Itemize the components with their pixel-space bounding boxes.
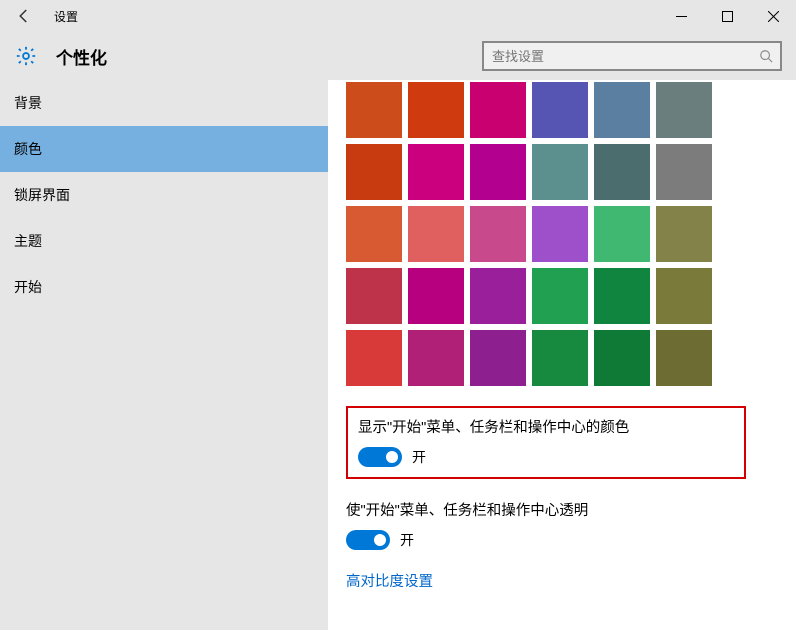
show-color-label: 显示"开始"菜单、任务栏和操作中心的颜色 [358,416,734,437]
content-area: 显示"开始"菜单、任务栏和操作中心的颜色 开 使"开始"菜单、任务栏和操作中心透… [328,80,796,630]
sidebar-item-label: 锁屏界面 [14,185,70,205]
show-color-state: 开 [412,447,426,467]
sidebar-item-themes[interactable]: 主题 [0,218,328,264]
sidebar-item-lockscreen[interactable]: 锁屏界面 [0,172,328,218]
highlight-annotation: 显示"开始"菜单、任务栏和操作中心的颜色 开 [346,406,746,479]
color-swatch[interactable] [470,82,526,138]
color-swatch[interactable] [594,330,650,386]
color-swatch[interactable] [408,330,464,386]
color-swatch[interactable] [656,206,712,262]
window-title: 设置 [54,8,78,25]
color-swatch[interactable] [594,268,650,324]
sidebar-item-label: 开始 [14,277,42,297]
back-button[interactable] [0,0,48,32]
color-swatch[interactable] [532,206,588,262]
high-contrast-link[interactable]: 高对比度设置 [346,570,433,591]
section-title: 个性化 [56,44,107,69]
color-swatch[interactable] [656,268,712,324]
sidebar-item-label: 主题 [14,231,42,251]
color-swatch[interactable] [346,206,402,262]
minimize-button[interactable] [658,0,704,32]
color-swatch[interactable] [346,82,402,138]
color-swatch[interactable] [532,330,588,386]
color-swatch[interactable] [532,268,588,324]
sidebar-item-background[interactable]: 背景 [0,80,328,126]
sidebar-item-label: 颜色 [14,139,42,159]
color-swatch[interactable] [346,144,402,200]
color-swatch[interactable] [594,82,650,138]
color-swatch[interactable] [346,268,402,324]
color-swatch[interactable] [470,268,526,324]
color-swatch[interactable] [408,144,464,200]
search-icon [752,49,780,63]
color-swatch[interactable] [346,330,402,386]
transparency-label: 使"开始"菜单、任务栏和操作中心透明 [346,499,796,520]
transparency-toggle[interactable] [346,530,390,550]
color-palette [346,82,796,386]
search-input[interactable] [484,49,752,64]
color-swatch[interactable] [408,82,464,138]
search-box[interactable] [482,41,782,71]
color-swatch[interactable] [470,206,526,262]
show-color-toggle[interactable] [358,447,402,467]
sidebar-item-start[interactable]: 开始 [0,264,328,310]
sidebar-item-label: 背景 [14,93,42,113]
color-swatch[interactable] [656,82,712,138]
color-swatch[interactable] [532,82,588,138]
color-swatch[interactable] [594,144,650,200]
color-swatch[interactable] [656,330,712,386]
color-swatch[interactable] [408,206,464,262]
color-swatch[interactable] [470,330,526,386]
close-button[interactable] [750,0,796,32]
gear-icon [14,44,38,68]
color-swatch[interactable] [532,144,588,200]
transparency-state: 开 [400,530,414,550]
maximize-button[interactable] [704,0,750,32]
sidebar: 背景 颜色 锁屏界面 主题 开始 [0,80,328,630]
color-swatch[interactable] [594,206,650,262]
color-swatch[interactable] [656,144,712,200]
color-swatch[interactable] [408,268,464,324]
sidebar-item-colors[interactable]: 颜色 [0,126,328,172]
color-swatch[interactable] [470,144,526,200]
